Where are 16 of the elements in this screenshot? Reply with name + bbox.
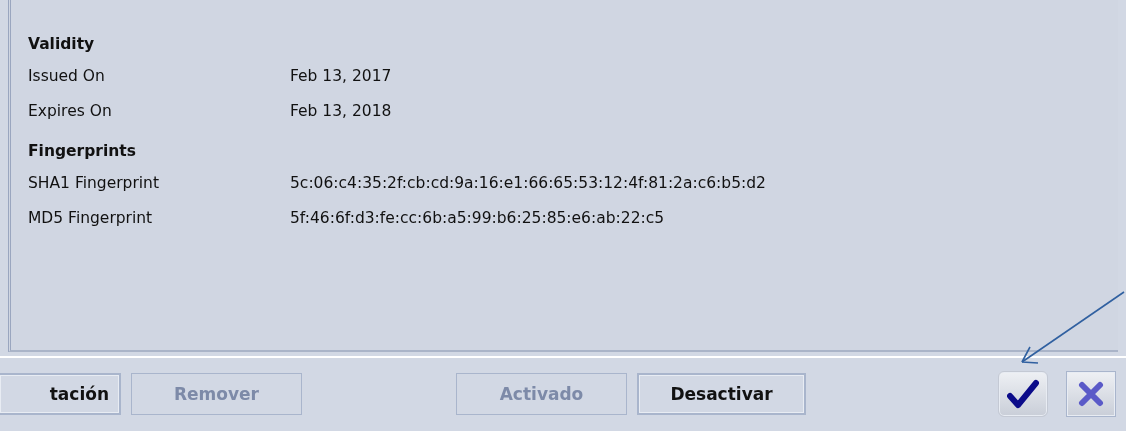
field-label: MD5 Fingerprint	[28, 208, 154, 227]
action-button[interactable]: Desactivar	[637, 372, 806, 415]
section-heading: Fingerprints	[28, 141, 137, 162]
field-value: 5c:06:c4:35:2f:cb:cd:9a:16:e1:66:65:53:12:4f:81:2a:c6:b5:d2	[290, 173, 767, 192]
field-value: 5f:46:6f:d3:fe:cc:6b:a5:99:b6:25:85:e6:ab:22:c5	[290, 208, 666, 227]
field-value: Feb 13, 2017	[290, 66, 393, 85]
field-label: Expires On	[28, 101, 113, 120]
close-icon	[1078, 380, 1104, 407]
action-button[interactable]: tación	[0, 372, 121, 415]
field-value: Feb 13, 2018	[290, 101, 393, 120]
field-label: SHA1 Fingerprint	[28, 173, 160, 192]
checkmark-icon	[1007, 378, 1039, 409]
field-label: Issued On	[28, 66, 106, 85]
cancel-button[interactable]	[1066, 370, 1116, 417]
section-heading: Validity	[28, 34, 96, 55]
ok-button[interactable]	[998, 370, 1048, 417]
